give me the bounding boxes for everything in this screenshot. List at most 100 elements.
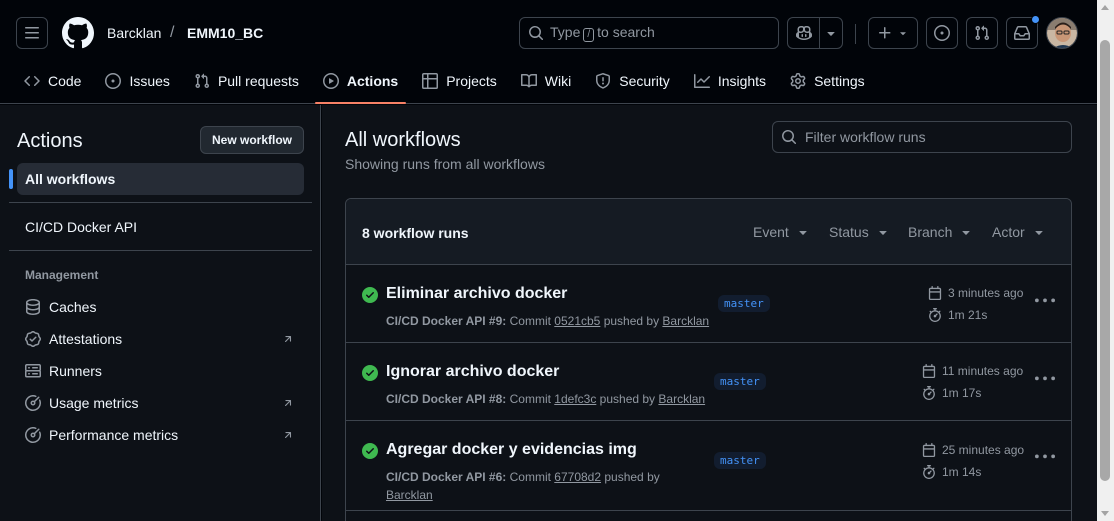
tab-label: Issues: [129, 73, 170, 89]
vertical-scrollbar[interactable]: [1097, 0, 1114, 521]
sidebar-item-label: Performance metrics: [49, 427, 179, 443]
breadcrumb-owner[interactable]: Barcklan: [107, 25, 161, 41]
branch-label[interactable]: master: [718, 295, 770, 312]
arrow-up-right-icon: [284, 336, 292, 343]
sidebar-item-attestations[interactable]: Attestations: [17, 325, 304, 353]
create-new-button[interactable]: [868, 17, 918, 49]
sidebar-item-performance-metrics[interactable]: Performance metrics: [17, 421, 304, 449]
workflow-run-row[interactable]: Agregar docker y evidencias img CI/CD Do…: [346, 421, 1071, 511]
calendar-icon: [922, 443, 936, 457]
book-icon: [520, 73, 537, 88]
database-icon: [26, 299, 40, 315]
tab-insights[interactable]: Insights: [686, 64, 774, 98]
run-when: 25 minutes ago: [942, 443, 1025, 457]
github-logo-icon[interactable]: [62, 17, 94, 49]
kebab-horizontal-icon[interactable]: [1035, 369, 1055, 389]
kebab-horizontal-icon[interactable]: [1035, 291, 1055, 311]
run-pushed-by: pushed by: [599, 392, 656, 406]
avatar[interactable]: [1046, 17, 1078, 49]
branch-label[interactable]: master: [714, 373, 766, 390]
sidebar-item-runners[interactable]: Runners: [17, 357, 304, 385]
calendar-icon: [928, 286, 942, 300]
tab-projects[interactable]: Projects: [414, 64, 505, 98]
triangle-down-icon: [1035, 231, 1043, 235]
tab-label: Wiki: [544, 73, 572, 89]
copilot-button[interactable]: [788, 18, 820, 48]
global-search[interactable]: Type / to search: [519, 17, 779, 49]
tab-label: Security: [619, 73, 670, 89]
run-title[interactable]: Agregar docker y evidencias img: [386, 441, 637, 459]
meter-icon: [25, 427, 41, 443]
run-user-link[interactable]: Barcklan: [662, 314, 709, 328]
arrow-up-right-icon: [284, 400, 292, 407]
check-circle-fill-icon: [362, 443, 378, 459]
sidebar-item-all-workflows[interactable]: All workflows: [9, 163, 304, 195]
run-timestamp: 11 minutes ago: [922, 364, 1023, 378]
notifications-button[interactable]: [1006, 15, 1040, 49]
tab-security[interactable]: Security: [587, 64, 678, 98]
copilot-icon: [795, 25, 812, 41]
run-title[interactable]: Eliminar archivo docker: [386, 285, 567, 303]
play-icon: [322, 73, 339, 89]
run-duration: 1m 17s: [922, 386, 981, 400]
sidebar-divider: [9, 202, 312, 203]
status-filter[interactable]: Status: [829, 224, 891, 240]
scroll-up-arrow-icon[interactable]: [1101, 5, 1109, 10]
tab-code[interactable]: Code: [16, 64, 89, 98]
tab-pull-requests[interactable]: Pull requests: [186, 64, 307, 98]
run-workflow: CI/CD Docker API #8:: [386, 392, 507, 406]
kebab-horizontal-icon[interactable]: [1035, 447, 1055, 467]
your-issues-button[interactable]: [926, 17, 958, 49]
verified-icon: [25, 331, 41, 347]
table-icon: [422, 73, 439, 89]
user-avatar-icon: [1047, 18, 1077, 48]
sidebar-item-workflow[interactable]: CI/CD Docker API: [25, 219, 137, 235]
workflow-run-row[interactable]: Ignorar archivo docker CI/CD Docker API …: [346, 343, 1071, 421]
scroll-down-arrow-icon[interactable]: [1101, 511, 1109, 516]
copilot-dropdown[interactable]: [820, 18, 842, 48]
run-meta: CI/CD Docker API #9: Commit 0521cb5 push…: [386, 312, 709, 330]
breadcrumb-repo[interactable]: EMM10_BC: [187, 25, 263, 41]
filter-workflow-runs-input[interactable]: Filter workflow runs: [772, 121, 1072, 153]
gear-icon: [790, 73, 806, 89]
workflow-runs-box: 8 workflow runs Event Status Branch Acto…: [345, 198, 1072, 521]
pull-request-icon: [195, 73, 209, 89]
run-duration: 1m 21s: [928, 308, 987, 322]
filter-label: Event: [753, 224, 789, 240]
tab-actions[interactable]: Actions: [314, 64, 407, 104]
branch-label[interactable]: master: [714, 452, 766, 469]
new-workflow-button[interactable]: New workflow: [200, 126, 304, 154]
triangle-down-icon: [962, 231, 971, 235]
inbox-icon: [1014, 26, 1030, 40]
run-pushed-by: pushed by: [604, 470, 660, 484]
tab-wiki[interactable]: Wiki: [513, 64, 579, 98]
actor-filter[interactable]: Actor: [992, 224, 1047, 240]
breadcrumb-separator: /: [170, 24, 175, 41]
run-duration: 1m 14s: [922, 465, 981, 479]
search-suffix: to search: [597, 24, 655, 40]
sidebar-item-usage-metrics[interactable]: Usage metrics: [17, 389, 304, 417]
run-commit-link[interactable]: 0521cb5: [554, 314, 600, 328]
run-user-link[interactable]: Barcklan: [658, 392, 705, 406]
workflow-run-row[interactable]: Eliminar archivo docker CI/CD Docker API…: [346, 265, 1071, 343]
menu-button[interactable]: [16, 17, 48, 49]
unread-indicator: [1031, 15, 1040, 24]
actions-sidebar: Actions New workflow All workflows CI/CD…: [0, 105, 321, 521]
sidebar-item-caches[interactable]: Caches: [17, 293, 304, 321]
run-commit-link[interactable]: 1defc3c: [554, 392, 596, 406]
your-pull-requests-button[interactable]: [966, 17, 998, 49]
calendar-icon: [922, 364, 936, 378]
tab-label: Settings: [814, 73, 865, 89]
branch-filter[interactable]: Branch: [908, 224, 974, 240]
scrollbar-thumb[interactable]: [1100, 40, 1110, 481]
sidebar-divider: [9, 250, 312, 251]
filter-label: Actor: [992, 224, 1025, 240]
tab-issues[interactable]: Issues: [97, 64, 177, 98]
run-title[interactable]: Ignorar archivo docker: [386, 363, 559, 381]
tab-settings[interactable]: Settings: [782, 64, 873, 98]
run-when: 3 minutes ago: [948, 286, 1024, 300]
run-commit-link[interactable]: 67708d2: [554, 470, 601, 484]
run-duration-value: 1m 21s: [948, 308, 988, 322]
run-user-link[interactable]: Barcklan: [386, 488, 433, 502]
event-filter[interactable]: Event: [753, 224, 811, 240]
